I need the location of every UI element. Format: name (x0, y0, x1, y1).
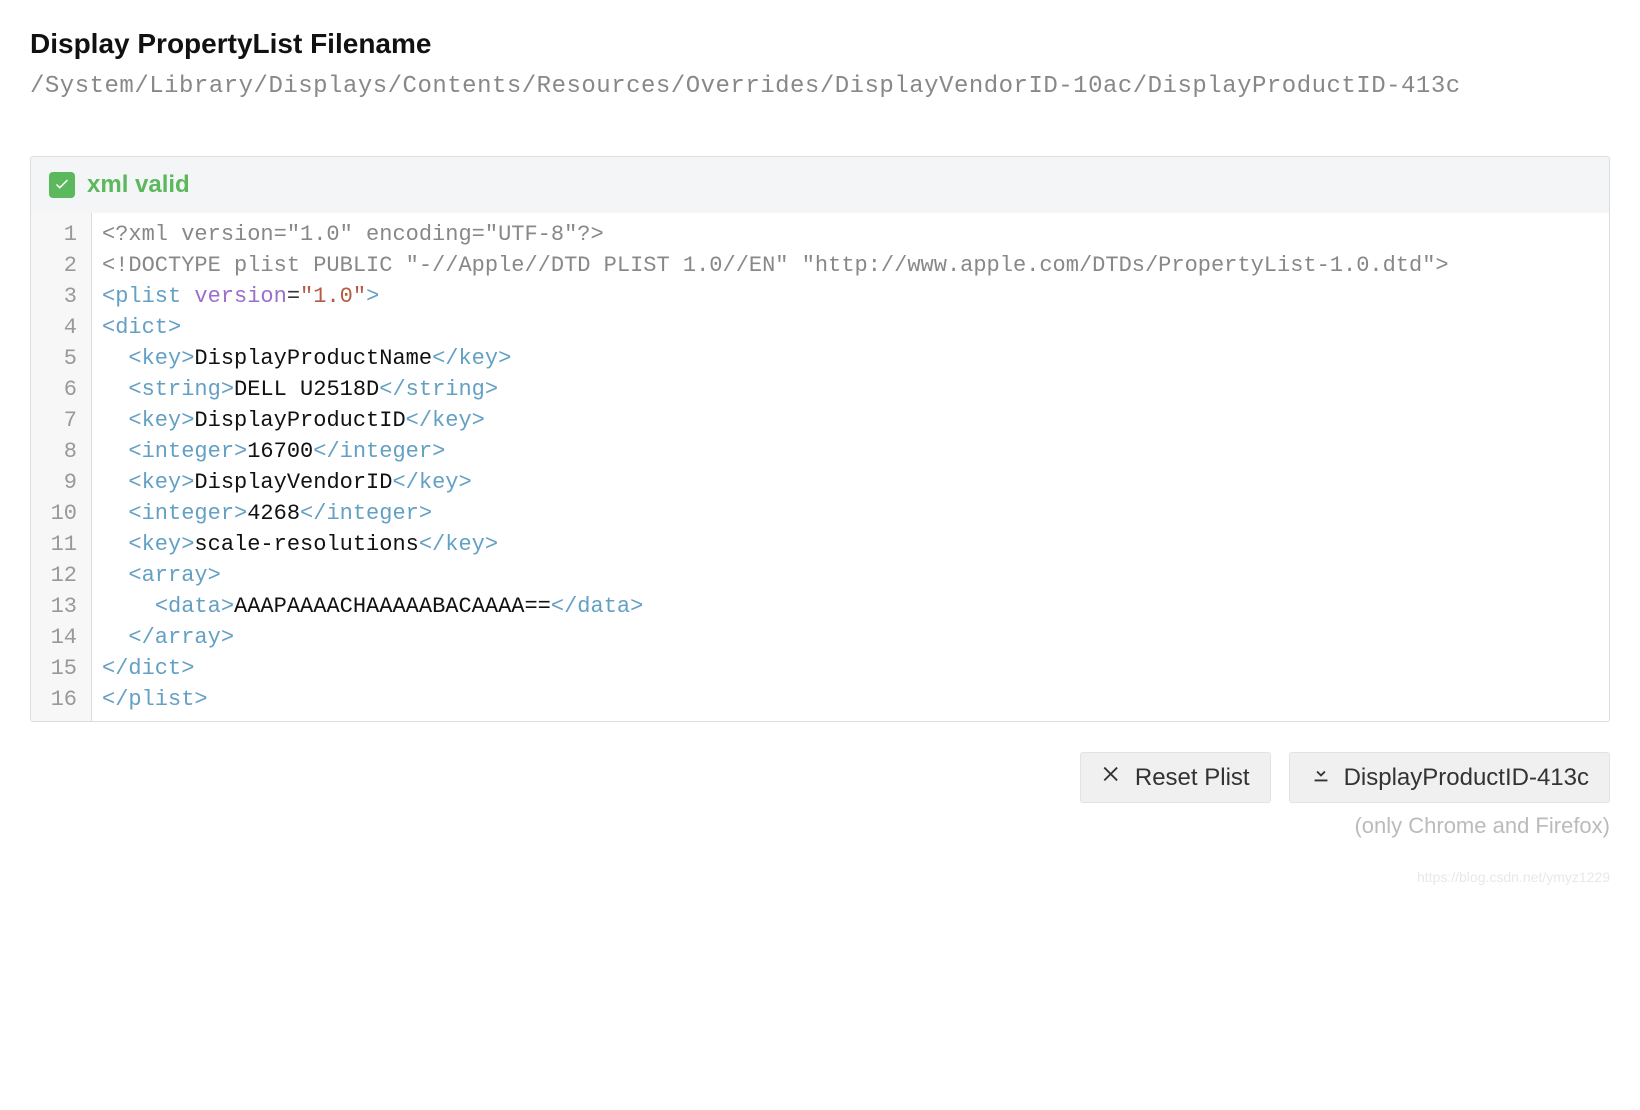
close-icon (1101, 763, 1123, 792)
download-label: DisplayProductID-413c (1344, 764, 1589, 792)
code-line: <key>DisplayProductID</key> (102, 405, 1599, 436)
code-line: <plist version="1.0"> (102, 281, 1599, 312)
reset-label: Reset Plist (1135, 764, 1250, 792)
code-line: <integer>16700</integer> (102, 436, 1599, 467)
code-area[interactable]: 12345678910111213141516 <?xml version="1… (31, 213, 1609, 721)
code-line: <array> (102, 560, 1599, 591)
code-line: <?xml version="1.0" encoding="UTF-8"?> (102, 219, 1599, 250)
code-line: </dict> (102, 653, 1599, 684)
code-line: <key>DisplayProductName</key> (102, 343, 1599, 374)
button-row: Reset Plist DisplayProductID-413c (30, 752, 1610, 803)
watermark-text: https://blog.csdn.net/ymyz1229 (1417, 869, 1610, 885)
plist-path: /System/Library/Displays/Contents/Resour… (30, 68, 1610, 106)
code-line: <string>DELL U2518D</string> (102, 374, 1599, 405)
browser-note: (only Chrome and Firefox) (30, 813, 1610, 839)
code-line: <key>scale-resolutions</key> (102, 529, 1599, 560)
download-plist-button[interactable]: DisplayProductID-413c (1289, 752, 1610, 803)
code-source[interactable]: <?xml version="1.0" encoding="UTF-8"?><!… (92, 213, 1609, 721)
reset-plist-button[interactable]: Reset Plist (1080, 752, 1271, 803)
code-line: </plist> (102, 684, 1599, 715)
panel-head: xml valid (31, 157, 1609, 213)
code-line: </array> (102, 622, 1599, 653)
page-title: Display PropertyList Filename (30, 28, 1610, 60)
code-line: <key>DisplayVendorID</key> (102, 467, 1599, 498)
check-square-icon (49, 172, 75, 198)
code-line: <!DOCTYPE plist PUBLIC "-//Apple//DTD PL… (102, 250, 1599, 281)
code-line: <dict> (102, 312, 1599, 343)
code-line: <data>AAAPAAAACHAAAAABACAAAA==</data> (102, 591, 1599, 622)
code-panel: xml valid 12345678910111213141516 <?xml … (30, 156, 1610, 722)
code-line: <integer>4268</integer> (102, 498, 1599, 529)
download-icon (1310, 763, 1332, 792)
line-gutter: 12345678910111213141516 (31, 213, 92, 721)
status-text: xml valid (87, 171, 190, 199)
